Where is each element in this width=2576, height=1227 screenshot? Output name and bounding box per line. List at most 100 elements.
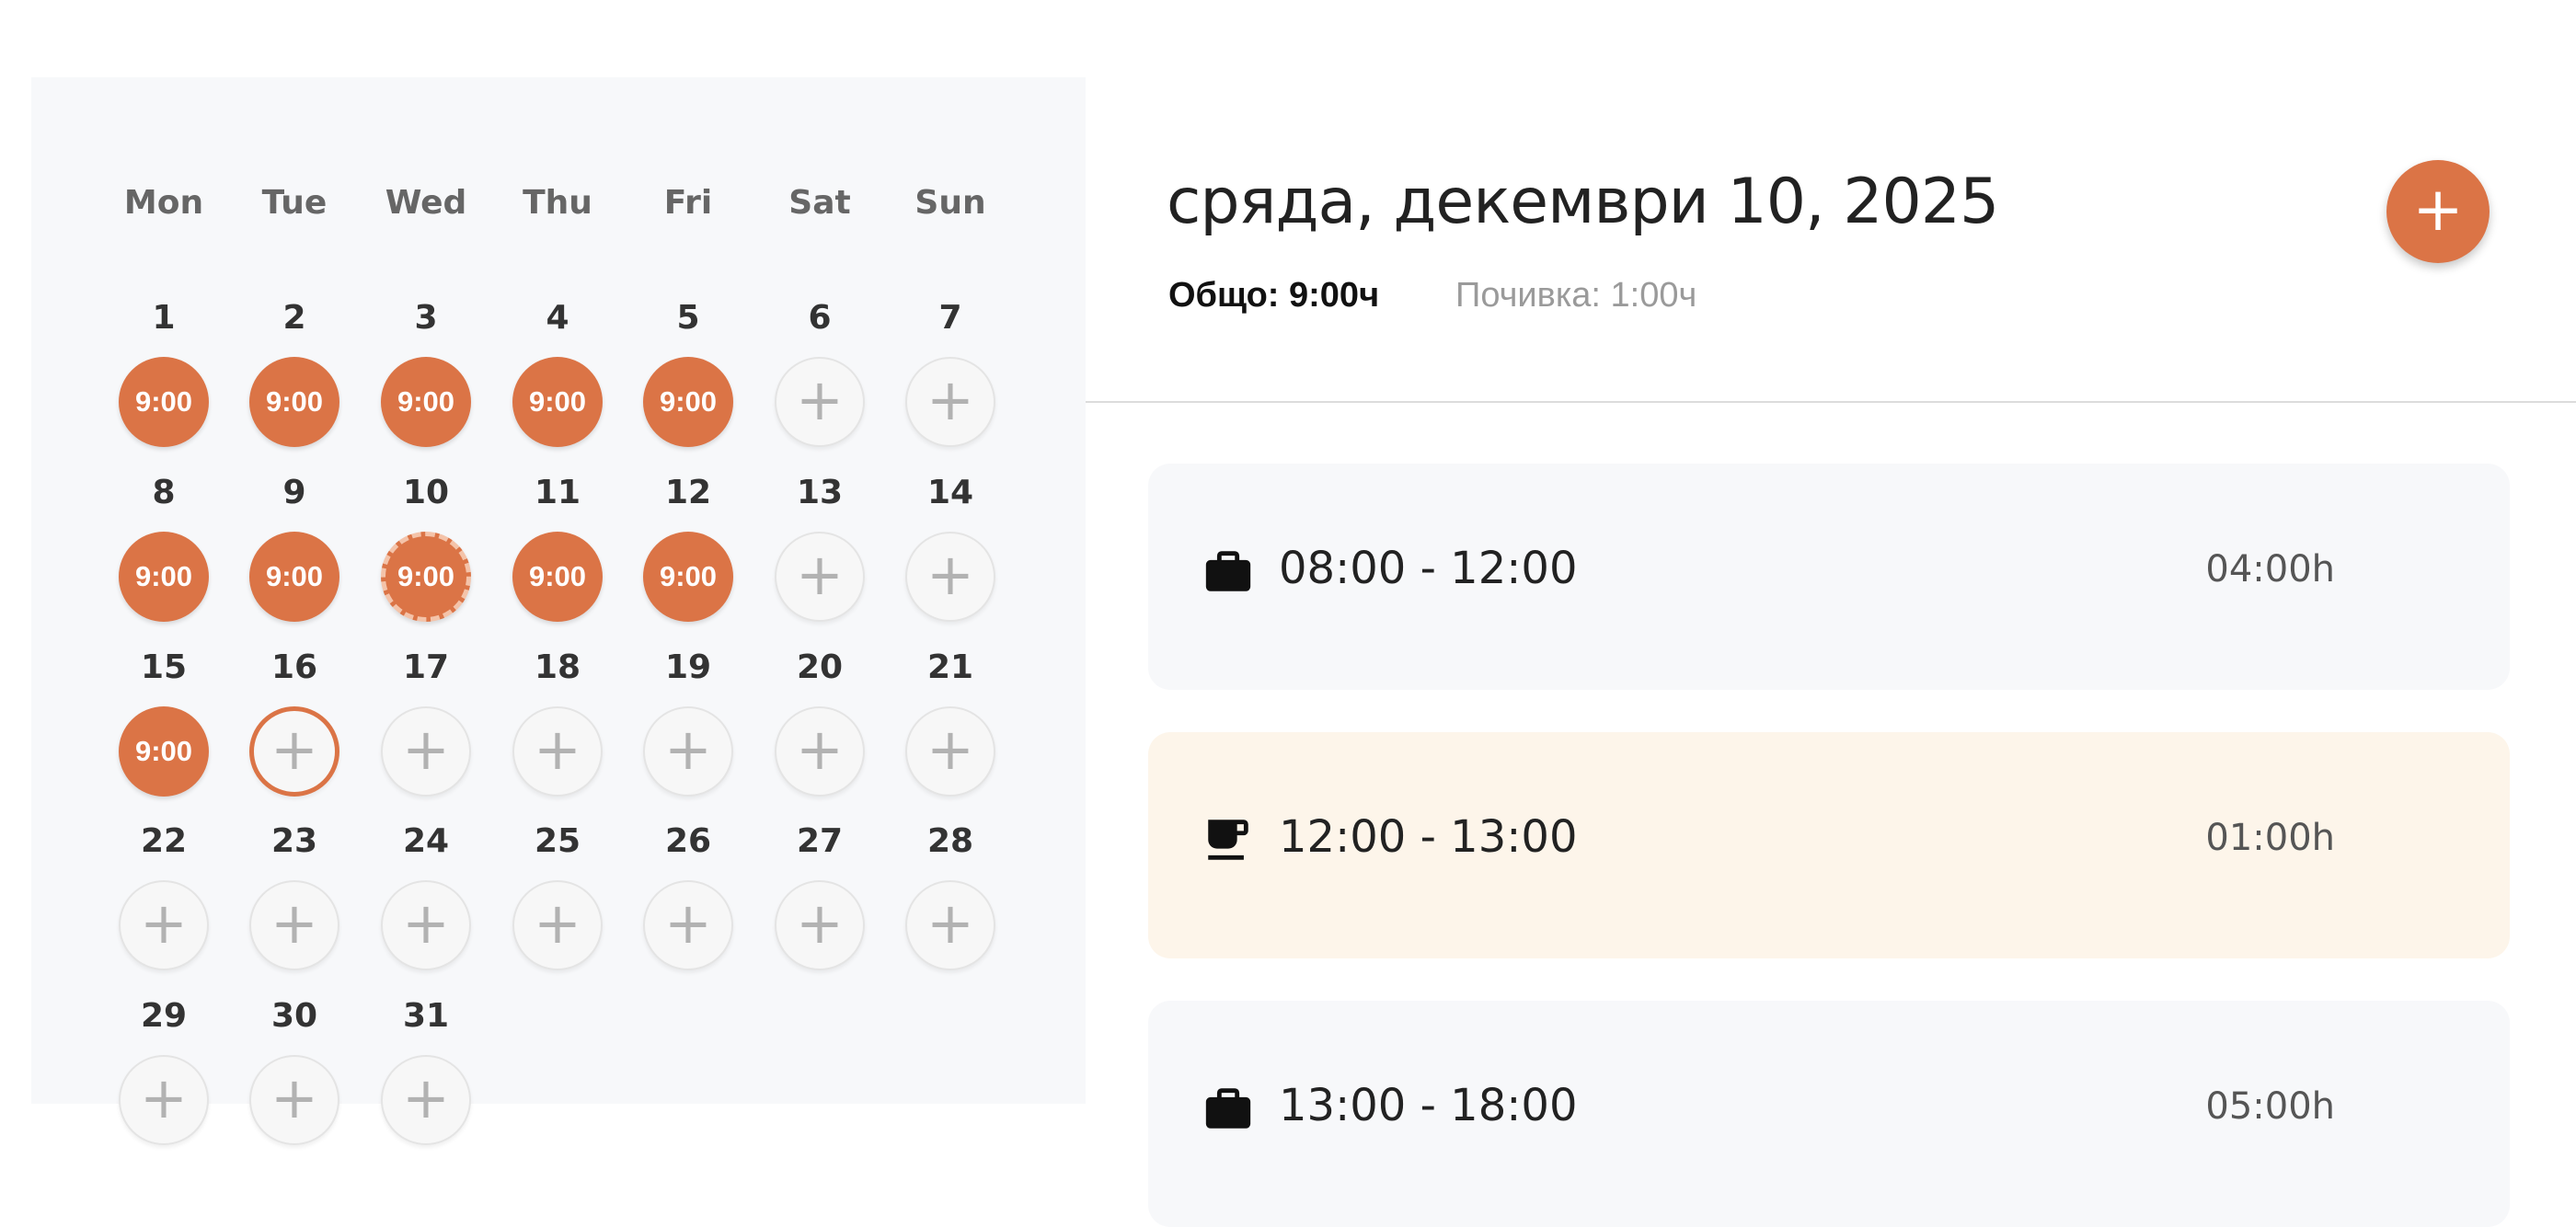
entry-duration: 01:00h bbox=[2205, 817, 2335, 859]
day-number: 25 bbox=[534, 822, 581, 860]
day-number: 11 bbox=[534, 474, 581, 511]
day-hours-button[interactable]: 9:00 bbox=[119, 357, 209, 447]
day-hours-button[interactable]: 9:00 bbox=[381, 357, 471, 447]
day-hours-button[interactable]: 9:00 bbox=[119, 706, 209, 797]
calendar-day-7: 7 + bbox=[895, 298, 1006, 447]
break-hours-label: Почивка: 1:00ч bbox=[1455, 276, 1697, 315]
add-hours-button[interactable]: + bbox=[905, 880, 995, 970]
add-hours-button[interactable]: + bbox=[643, 880, 733, 970]
today-add-hours-button[interactable]: + bbox=[249, 706, 339, 797]
calendar-day-2: 2 9:00 bbox=[239, 298, 350, 447]
day-hours-button[interactable]: 9:00 bbox=[512, 532, 603, 622]
calendar-day-10: 10 9:00 bbox=[371, 473, 481, 622]
work-entry-card[interactable]: 08:00 - 12:00 04:00h bbox=[1148, 464, 2510, 690]
add-hours-button[interactable]: + bbox=[905, 706, 995, 797]
calendar-day-1: 1 9:00 bbox=[109, 298, 219, 447]
day-hours-button[interactable]: 9:00 bbox=[643, 532, 733, 622]
calendar-day-8: 8 9:00 bbox=[109, 473, 219, 622]
day-number: 3 bbox=[414, 299, 438, 337]
calendar-day-9: 9 9:00 bbox=[239, 473, 350, 622]
calendar-day-25: 25 + bbox=[502, 821, 613, 970]
day-hours-button[interactable]: 9:00 bbox=[119, 532, 209, 622]
day-number: 7 bbox=[938, 299, 962, 337]
calendar-day-30: 30 + bbox=[239, 996, 350, 1145]
calendar-day-19: 19 + bbox=[633, 648, 743, 797]
add-hours-button[interactable]: + bbox=[775, 880, 865, 970]
header-divider bbox=[1086, 401, 2576, 403]
total-hours-label: Общо: 9:00ч bbox=[1168, 276, 1380, 315]
selected-day-hours-button[interactable]: 9:00 bbox=[381, 532, 471, 622]
day-number: 19 bbox=[664, 648, 712, 686]
briefcase-icon bbox=[1202, 1082, 1255, 1135]
day-number: 24 bbox=[402, 822, 450, 860]
calendar-day-4: 4 9:00 bbox=[502, 298, 613, 447]
day-number: 13 bbox=[796, 474, 844, 511]
add-hours-button[interactable]: + bbox=[775, 532, 865, 622]
weekday-label-sun: Sun bbox=[914, 184, 986, 222]
day-number: 26 bbox=[664, 822, 712, 860]
add-hours-button[interactable]: + bbox=[775, 706, 865, 797]
calendar-day-26: 26 + bbox=[633, 821, 743, 970]
day-number: 4 bbox=[546, 299, 569, 337]
day-number: 14 bbox=[926, 474, 974, 511]
day-number: 9 bbox=[282, 474, 306, 511]
calendar-day-15: 15 9:00 bbox=[109, 648, 219, 797]
day-number: 27 bbox=[796, 822, 844, 860]
weekday-label-mon: Mon bbox=[123, 184, 204, 222]
day-number: 22 bbox=[140, 822, 188, 860]
day-number: 29 bbox=[140, 997, 188, 1035]
add-hours-button[interactable]: + bbox=[775, 357, 865, 447]
calendar-day-22: 22 + bbox=[109, 821, 219, 970]
day-number: 15 bbox=[140, 648, 188, 686]
calendar-day-24: 24 + bbox=[371, 821, 481, 970]
day-number: 28 bbox=[926, 822, 974, 860]
add-hours-button[interactable]: + bbox=[905, 357, 995, 447]
day-number: 2 bbox=[282, 299, 306, 337]
day-number: 12 bbox=[664, 474, 712, 511]
add-hours-button[interactable]: + bbox=[381, 1055, 471, 1145]
add-hours-button[interactable]: + bbox=[905, 532, 995, 622]
day-number: 21 bbox=[926, 648, 974, 686]
calendar-day-14: 14 + bbox=[895, 473, 1006, 622]
work-entry-card[interactable]: 13:00 - 18:00 05:00h bbox=[1148, 1001, 2510, 1227]
add-hours-button[interactable]: + bbox=[512, 880, 603, 970]
weekday-label-sat: Sat bbox=[788, 184, 851, 222]
add-hours-button[interactable]: + bbox=[381, 880, 471, 970]
month-calendar: Mon Tue Wed Thu Fri Sat Sun 1 9:00 2 9:00 3 9:00 4 9:… bbox=[31, 77, 1086, 1145]
coffee-cup-icon bbox=[1202, 813, 1255, 866]
calendar-day-11: 11 9:00 bbox=[502, 473, 613, 622]
day-number: 10 bbox=[402, 474, 450, 511]
add-hours-button[interactable]: + bbox=[249, 1055, 339, 1145]
weekday-label-fri: Fri bbox=[663, 184, 713, 222]
day-hours-button[interactable]: 9:00 bbox=[249, 532, 339, 622]
calendar-day-13: 13 + bbox=[765, 473, 875, 622]
calendar-day-23: 23 + bbox=[239, 821, 350, 970]
add-entry-button[interactable]: + bbox=[2386, 160, 2490, 263]
calendar-day-20: 20 + bbox=[765, 648, 875, 797]
calendar-day-17: 17 + bbox=[371, 648, 481, 797]
weekday-label-thu: Thu bbox=[523, 184, 592, 222]
day-number: 6 bbox=[808, 299, 832, 337]
day-hours-button[interactable]: 9:00 bbox=[643, 357, 733, 447]
day-hours-button[interactable]: 9:00 bbox=[249, 357, 339, 447]
add-hours-button[interactable]: + bbox=[643, 706, 733, 797]
calendar-day-12: 12 9:00 bbox=[633, 473, 743, 622]
day-number: 1 bbox=[152, 299, 176, 337]
entry-duration: 05:00h bbox=[2205, 1085, 2335, 1128]
calendar-day-18: 18 + bbox=[502, 648, 613, 797]
day-hours-button[interactable]: 9:00 bbox=[512, 357, 603, 447]
add-hours-button[interactable]: + bbox=[381, 706, 471, 797]
entry-time-range: 12:00 - 13:00 bbox=[1279, 811, 1578, 863]
add-hours-button[interactable]: + bbox=[119, 1055, 209, 1145]
day-number: 16 bbox=[270, 648, 318, 686]
day-number: 30 bbox=[270, 997, 318, 1035]
entry-duration: 04:00h bbox=[2205, 548, 2335, 591]
day-number: 23 bbox=[270, 822, 318, 860]
break-entry-card[interactable]: 12:00 - 13:00 01:00h bbox=[1148, 732, 2510, 958]
add-hours-button[interactable]: + bbox=[249, 880, 339, 970]
add-hours-button[interactable]: + bbox=[119, 880, 209, 970]
selected-date-title: сряда, декември 10, 2025 bbox=[1167, 166, 1999, 238]
weekday-label-wed: Wed bbox=[385, 184, 467, 222]
day-number: 18 bbox=[534, 648, 581, 686]
add-hours-button[interactable]: + bbox=[512, 706, 603, 797]
